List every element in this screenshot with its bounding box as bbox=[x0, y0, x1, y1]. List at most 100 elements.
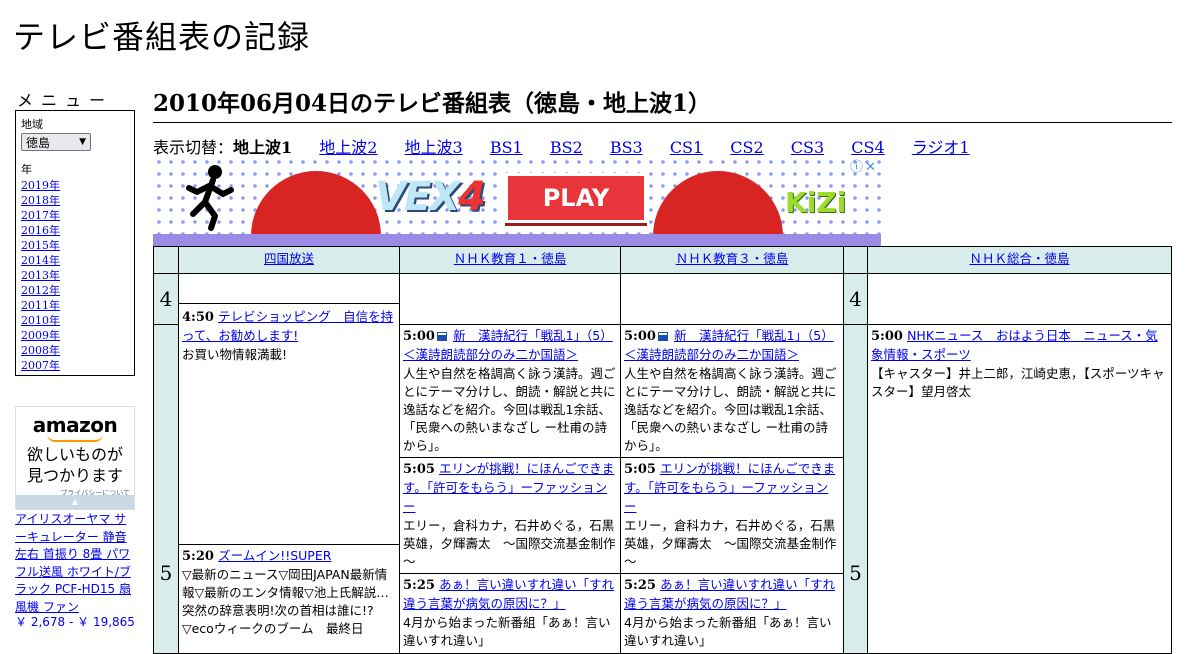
vex-logo-text: VEX bbox=[375, 174, 460, 220]
banner-decoration bbox=[653, 171, 783, 236]
year-link[interactable]: 2015年 bbox=[21, 239, 60, 252]
channel-switch-row: 表示切替：地上波1 地上波2 地上波3 BS1 BS2 BS3 CS1 CS2 … bbox=[153, 134, 970, 158]
empty-slot bbox=[399, 273, 621, 325]
year-link[interactable]: 2017年 bbox=[21, 209, 60, 222]
channel-header: ＮＨＫ教育３・徳島 bbox=[620, 246, 844, 274]
program-cell: 5:05 エリンが挑戦！にほんごできます。「許可をもらう」ーファッションー エリ… bbox=[620, 457, 844, 574]
amazon-message-line1: 欲しいものが bbox=[26, 445, 123, 464]
program-cell: 5:00 新 漢詩紀行「戦乱1」（5）＜漢詩朗読部分のみ二か国語＞ 人生や自然を… bbox=[399, 324, 621, 458]
program-title-link[interactable]: エリンが挑戦！にほんごできます。「許可をもらう」ーファッションー bbox=[624, 461, 835, 514]
site-title: テレビ番組表の記録 bbox=[13, 18, 311, 56]
schedule-grid: 四国放送 ＮＨＫ教育１・徳島 ＮＨＫ教育３・徳島 ＮＨＫ総合・徳島 4 4 5 … bbox=[153, 246, 1172, 654]
program-cell: 5:00 新 漢詩紀行「戦乱1」（5）＜漢詩朗読部分のみ二か国語＞ 人生や自然を… bbox=[620, 324, 844, 458]
program-title-link[interactable]: NHKニュース おはよう日本 ニュース・気象情報・スポーツ bbox=[871, 328, 1158, 362]
year-link[interactable]: 2010年 bbox=[21, 314, 60, 327]
channel-set-link[interactable]: CS2 bbox=[730, 138, 763, 157]
program-time: 5:25 bbox=[403, 578, 435, 593]
amazon-logo: amazon bbox=[32, 413, 118, 437]
channel-link[interactable]: ＮＨＫ総合・徳島 bbox=[969, 251, 1069, 266]
program-title-link[interactable]: ズームイン!!SUPER bbox=[218, 548, 331, 563]
program-time: 5:25 bbox=[624, 578, 656, 593]
channel-set-link[interactable]: 地上波3 bbox=[405, 138, 463, 157]
banner-strip bbox=[153, 234, 881, 246]
year-link[interactable]: 2019年 bbox=[21, 179, 60, 192]
corner-cell bbox=[153, 246, 179, 274]
runner-icon bbox=[186, 165, 234, 231]
channel-link[interactable]: ＮＨＫ教育１・徳島 bbox=[454, 251, 567, 266]
empty-slot bbox=[178, 273, 400, 304]
play-now-button[interactable]: PLAY NOW bbox=[505, 173, 647, 246]
channel-set-link[interactable]: BS1 bbox=[490, 138, 523, 157]
data-broadcast-icon bbox=[436, 332, 447, 341]
amazon-message-line2: 見つかります bbox=[26, 466, 123, 485]
program-time: 5:05 bbox=[624, 462, 656, 477]
channel-set-link[interactable]: ラジオ1 bbox=[912, 138, 970, 157]
page-heading: 2010年06月04日のテレビ番組表（徳島・地上波1） bbox=[153, 84, 1172, 123]
channel-link[interactable]: 四国放送 bbox=[264, 251, 314, 266]
banner-decoration bbox=[251, 171, 381, 236]
year-label: 年 bbox=[21, 163, 32, 176]
area-label: 地域 bbox=[21, 118, 43, 131]
year-list: 2019年 2018年 2017年 2016年 2015年 2014年 2013… bbox=[21, 178, 129, 373]
channel-link[interactable]: ＮＨＫ教育３・徳島 bbox=[676, 251, 789, 266]
channel-set-link[interactable]: CS3 bbox=[791, 138, 824, 157]
dropdown-arrow-icon: ▼ bbox=[79, 137, 86, 147]
program-cell: 5:25 あぁ！言い違いすれ違い「すれ違う言葉が病気の原因に？」 4月から始まっ… bbox=[399, 573, 621, 654]
year-link[interactable]: 2007年 bbox=[21, 359, 60, 372]
program-title-link[interactable]: あぁ！言い違いすれ違い「すれ違う言葉が病気の原因に？」 bbox=[624, 577, 835, 611]
year-link[interactable]: 2014年 bbox=[21, 254, 60, 267]
switch-label: 表示切替： bbox=[153, 138, 234, 157]
channel-set-link[interactable]: CS1 bbox=[670, 138, 703, 157]
channel-header: ＮＨＫ総合・徳島 bbox=[867, 246, 1172, 274]
program-cell: 4:50 テレビショッピング 自信を持って、お勧めします! お買い物情報満載! bbox=[178, 303, 400, 545]
program-description: エリー，倉科カナ，石井めぐる，石黒英雄，夕輝壽太 ～国際交流基金制作～ bbox=[624, 518, 837, 569]
hour-label: 4 bbox=[153, 273, 179, 325]
empty-slot bbox=[620, 273, 844, 325]
program-title-link[interactable]: あぁ！言い違いすれ違い「すれ違う言葉が病気の原因に？」 bbox=[403, 577, 614, 611]
program-time: 5:00 bbox=[403, 329, 435, 344]
channel-set-link[interactable]: CS4 bbox=[851, 138, 884, 157]
year-link[interactable]: 2011年 bbox=[21, 299, 60, 312]
program-title-link[interactable]: テレビショッピング 自信を持って、お勧めします! bbox=[182, 309, 393, 343]
program-time: 4:50 bbox=[182, 310, 214, 325]
game-ad-banner[interactable]: VEX4 PLAY NOW KiZi bbox=[153, 156, 881, 246]
program-cell: 5:20 ズームイン!!SUPER ▽最新のニュース▽岡田JAPAN最新情報▽最… bbox=[178, 544, 400, 654]
chevron-up-icon[interactable]: ▲ bbox=[16, 495, 134, 509]
channel-set-link[interactable]: 地上波2 bbox=[319, 138, 377, 157]
channel-set-link[interactable]: BS3 bbox=[610, 138, 643, 157]
product-link[interactable]: アイリスオーヤマ サーキュレーター 静音 左右 首振り 8畳 パワフル送風 ホワ… bbox=[15, 511, 135, 616]
program-time: 5:05 bbox=[403, 462, 435, 477]
hour-label: 5 bbox=[153, 324, 179, 654]
program-description: 人生や自然を格調高く詠う漢詩。週ごとにテーマ分けし、朗読・解説と共に逸話などを紹… bbox=[624, 366, 837, 453]
year-link[interactable]: 2009年 bbox=[21, 329, 60, 342]
current-channel-set: 地上波1 bbox=[233, 138, 293, 157]
program-time: 5:20 bbox=[182, 549, 214, 564]
menu-label: メニュー bbox=[17, 91, 114, 110]
year-link[interactable]: 2013年 bbox=[21, 269, 60, 282]
program-time: 5:00 bbox=[624, 329, 656, 344]
channel-header: 四国放送 bbox=[178, 246, 400, 274]
empty-slot bbox=[867, 273, 1172, 325]
ad-info-close-icon[interactable]: ⓘ✕ bbox=[850, 156, 878, 175]
amazon-ad[interactable]: amazon 欲しいものが 見つかります プライバシーについて ▲ bbox=[15, 406, 135, 510]
program-cell: 5:05 エリンが挑戦！にほんごできます。「許可をもらう」ーファッションー エリ… bbox=[399, 457, 621, 574]
corner-cell bbox=[843, 246, 868, 274]
year-link[interactable]: 2012年 bbox=[21, 284, 60, 297]
channel-header: ＮＨＫ教育１・徳島 bbox=[399, 246, 621, 274]
program-description: お買い物情報満載! bbox=[182, 347, 288, 362]
menu-box: 地域 徳島 ▼ 年 2019年 2018年 2017年 2016年 2015年 … bbox=[15, 110, 135, 376]
kizi-logo: KiZi bbox=[785, 186, 847, 219]
data-broadcast-icon bbox=[657, 332, 668, 341]
hour-label: 4 bbox=[843, 273, 868, 325]
channel-set-link[interactable]: BS2 bbox=[550, 138, 583, 157]
year-link[interactable]: 2008年 bbox=[21, 344, 60, 357]
year-link[interactable]: 2016年 bbox=[21, 224, 60, 237]
year-link[interactable]: 2018年 bbox=[21, 194, 60, 207]
area-select[interactable]: 徳島 ▼ bbox=[21, 133, 91, 151]
vex-logo-number: 4 bbox=[458, 174, 486, 220]
program-description: 人生や自然を格調高く詠う漢詩。週ごとにテーマ分けし、朗読・解説と共に逸話などを紹… bbox=[403, 366, 616, 453]
program-description: 4月から始まった新番組「あぁ！言い違いすれ違い」 bbox=[403, 615, 611, 648]
program-title-link[interactable]: エリンが挑戦！にほんごできます。「許可をもらう」ーファッションー bbox=[403, 461, 614, 514]
product-price: ￥ 2,678 - ￥ 19,865 bbox=[15, 615, 135, 629]
program-description: 4月から始まった新番組「あぁ！言い違いすれ違い」 bbox=[624, 615, 832, 648]
